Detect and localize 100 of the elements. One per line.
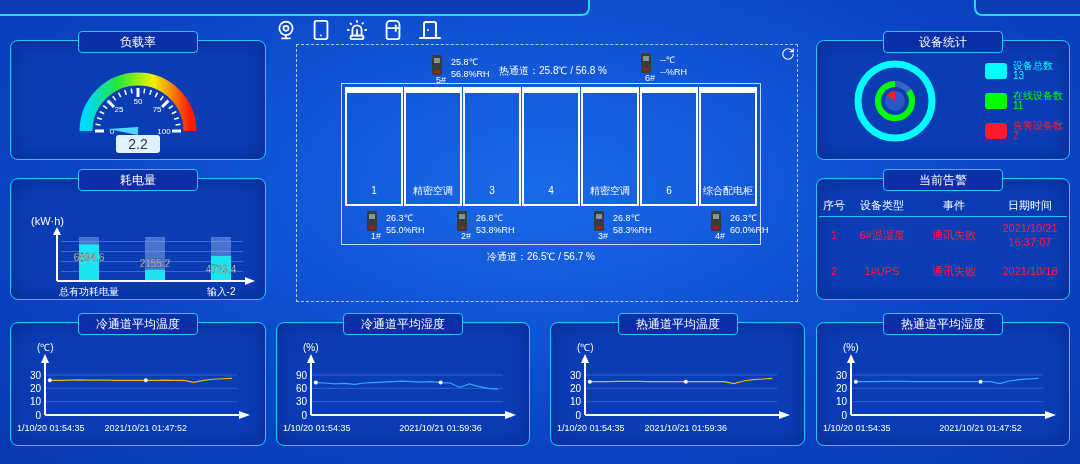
y-tick-label: 0 [575,409,581,421]
sensor-temperature: 26.3℃ [730,212,758,224]
x-tick-label: 2021/10/21 01:47:52 [104,423,188,433]
sensor-temperature: 26.3℃ [386,212,414,224]
sensor-icon [711,211,721,231]
sensor-temperature: 25.8℃ [451,56,479,68]
cabinet[interactable]: 精密空调 [581,87,639,206]
gauge-needle [108,127,139,135]
y-tick-label: 10 [569,396,581,408]
siren-icon[interactable] [346,19,368,41]
sensor-icon [432,55,442,75]
y-tick-label: 0 [841,409,847,421]
legend-label: 告警设备数 [1013,121,1063,131]
x-tick-label: 1/10/20 01:54:35 [823,423,891,433]
column-header: 日期时间 [1007,198,1053,213]
cabinet-label: 3 [489,184,495,198]
table-cell-text: 6#温湿度 [858,227,906,242]
cabinet[interactable]: 精密空调 [404,87,462,206]
panel-title: 冷通道平均温度 [78,313,198,335]
sensor-humidity: 55.0%RH [386,224,425,236]
sensor-humidity: 53.8%RH [476,224,515,236]
sensor-id: 4# [715,231,725,241]
table-cell-text: 通讯失败 [931,263,977,278]
y-tick-label: 20 [29,382,41,394]
gauge-value: 2.2 [116,135,160,153]
cold-aisle-reading: 冷通道：26.5℃ / 56.7 % [487,250,595,264]
cabinet-label: 1 [371,184,377,198]
y-axis-arrow [307,354,315,416]
cabinet-label: 6 [666,184,672,198]
sensor-icon [641,53,651,73]
cabinet[interactable]: 4 [522,87,580,206]
y-axis-arrow [41,354,49,416]
panel-title: 耗电量 [78,169,198,191]
refresh-icon[interactable] [781,47,795,61]
table-cell-text: 2021/10/21 16:37:07 [1001,220,1059,249]
column-header: 事件 [942,198,966,213]
cabinet[interactable]: 6 [640,87,698,206]
data-point [313,380,318,385]
column-header: 序号 [822,198,846,213]
sensor-temperature: 26.8℃ [613,212,641,224]
gauge-scale-label: 75 [152,104,162,114]
axis-label: (%) [303,342,319,353]
legend-label: 设备总数 [1013,61,1053,71]
axis-label: (℃) [577,342,594,353]
gauge-scale-label: 100 [157,127,171,136]
webcam-icon[interactable] [276,20,296,40]
cabinet-label: 精密空调 [413,184,453,198]
legend-count: 13 [1013,71,1025,81]
y-axis-arrow [581,354,589,416]
table-cell-text: 2021/10/18 [1001,263,1059,278]
legend-count: 11 [1013,101,1025,111]
data-point [47,378,52,383]
data-point [438,380,443,385]
panel-title: 当前告警 [883,169,1003,191]
x-tick-label: 1/10/20 01:54:35 [557,423,625,433]
bar-track [211,237,231,256]
y-tick-label: 10 [29,396,41,408]
sensor-humidity: 58.3%RH [613,224,652,236]
sensor-humidity: --%RH [660,66,687,78]
cabinet-label: 综合配电柜 [703,184,753,198]
data-point [143,378,148,383]
gauge-scale-label: 50 [133,97,143,106]
panel-title: 设备统计 [883,31,1003,53]
sensor-id: 5# [436,75,446,85]
sensor-id: 2# [461,231,471,241]
table-cell-text: 通讯失败 [931,227,977,242]
x-tick-label: 1/10/20 01:54:35 [283,423,351,433]
panel-title: 热通道平均湿度 [883,313,1003,335]
axis-label: (kW·h) [31,215,64,227]
gauge-scale-label: 25 [114,104,124,114]
sensor-humidity: 56.8%RH [451,68,490,80]
bar-value-label: 2155.2 [139,257,171,269]
y-tick-label: 30 [29,369,41,381]
y-tick-label: 0 [35,409,41,421]
cabinet[interactable]: 综合配电柜 [699,87,757,206]
axis-label: (℃) [37,342,54,353]
cabinet[interactable]: 3 [463,87,521,206]
y-tick-label: 30 [295,396,307,408]
column-header: 设备类型 [859,198,905,213]
x-tick-label: 1/10/20 01:54:35 [17,423,85,433]
y-tick-label: 10 [835,396,847,408]
x-tick-label: 2021/10/21 01:59:36 [399,423,482,433]
door-icon[interactable] [418,18,442,42]
bar [145,269,165,281]
category-label: 总有功耗电量 [59,286,119,297]
sensor-id: 6# [645,73,655,83]
y-tick-label: 30 [569,369,581,381]
y-tick-label: 30 [835,369,847,381]
sensor-icon [367,211,377,231]
bar-track [79,237,99,245]
panel-title: 热通道平均温度 [617,313,738,335]
data-point [978,379,983,384]
y-tick-label: 0 [301,409,307,421]
panel-title: 负载率 [78,31,198,53]
table-cell-text: 1#UPS [863,263,901,278]
legend-count: 2 [1013,131,1019,141]
cabinet[interactable]: 1 [345,87,403,206]
table-cell-text: 2 [829,263,839,278]
y-tick-label: 60 [295,382,307,394]
data-point [683,379,688,384]
